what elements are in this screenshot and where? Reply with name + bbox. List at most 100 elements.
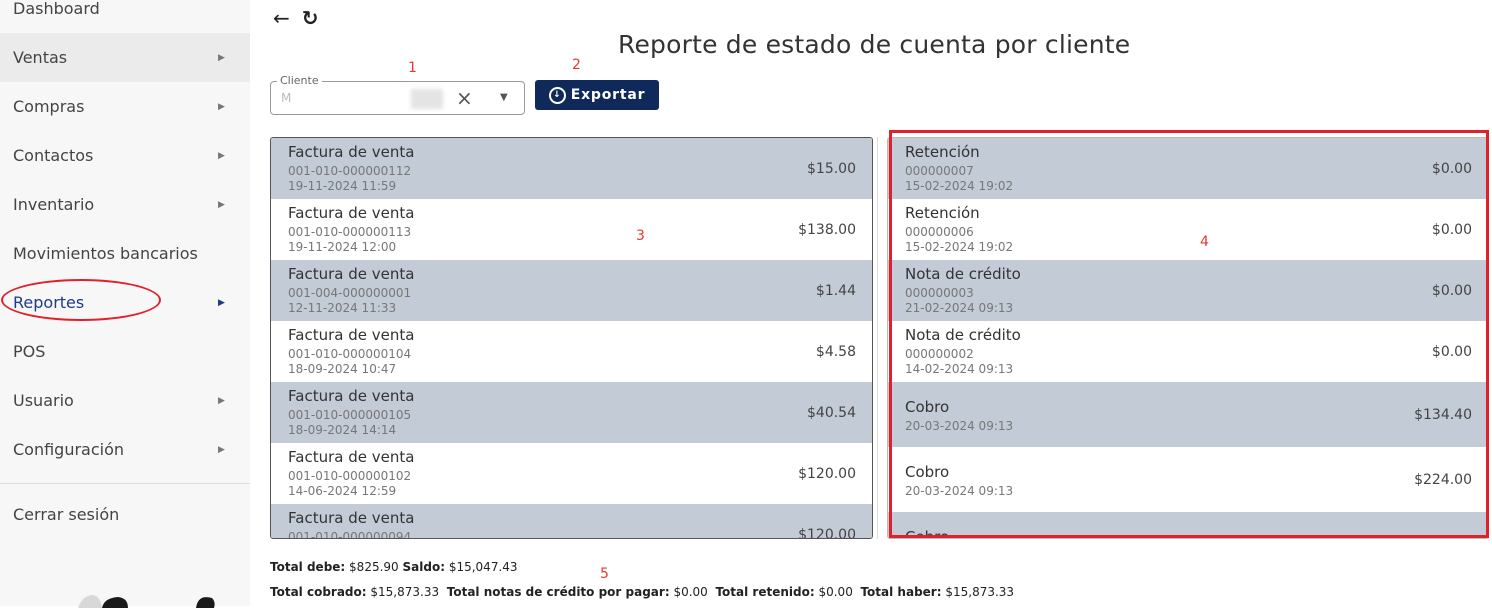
credits-list[interactable]: Retención 000000007 15-02-2024 19:02 $0.… — [887, 137, 1489, 539]
row-number: 001-004-000000001 — [288, 286, 412, 300]
sidebar-item-label: Dashboard — [13, 0, 100, 18]
row-type: Retención — [905, 143, 980, 161]
saldo-label: Saldo: — [402, 560, 446, 574]
list-item[interactable]: Cobro — [888, 512, 1488, 539]
row-type: Nota de crédito — [905, 326, 1021, 344]
row-amount: $15.00 — [807, 161, 856, 177]
list-item[interactable]: Retención 000000007 15-02-2024 19:02 $0.… — [888, 138, 1488, 199]
sidebar-item-label: Usuario — [13, 391, 74, 410]
list-item[interactable]: Factura de venta 001-010-000000094 $120.… — [271, 504, 872, 539]
sidebar-item-usuario[interactable]: Usuario ▶ — [0, 376, 250, 425]
sidebar-item-pos[interactable]: POS — [0, 327, 250, 376]
refresh-icon[interactable]: ↻ — [302, 6, 319, 30]
sidebar-item-label: Configuración — [13, 440, 125, 459]
row-type: Factura de venta — [288, 326, 415, 344]
row-type: Factura de venta — [288, 265, 415, 283]
list-item[interactable]: Factura de venta 001-010-000000112 19-11… — [271, 138, 872, 199]
row-date: 14-06-2024 12:59 — [288, 484, 397, 498]
list-item[interactable]: Factura de venta 001-010-000000105 18-09… — [271, 382, 872, 443]
row-type: Cobro — [905, 528, 950, 539]
download-icon: ↓ — [548, 86, 566, 104]
sidebar-item-label: Movimientos bancarios — [13, 244, 198, 263]
totals-line-2: Total cobrado: $15,873.33 Total notas de… — [270, 585, 1014, 599]
client-select-value: M — [281, 91, 292, 105]
list-item[interactable]: Factura de venta 001-004-000000001 12-11… — [271, 260, 872, 321]
total-notas-value: $0.00 — [673, 585, 708, 599]
sidebar-item-movimientos-bancarios[interactable]: Movimientos bancarios — [0, 229, 250, 278]
logout-button[interactable]: Cerrar sesión — [0, 490, 250, 539]
saldo-value: $15,047.43 — [448, 560, 518, 574]
total-haber-label: Total haber: — [860, 585, 942, 599]
row-date: 19-11-2024 12:00 — [288, 240, 397, 254]
sidebar-item-label: Compras — [13, 97, 85, 116]
row-amount: $4.58 — [815, 344, 856, 360]
list-item[interactable]: Cobro 20-03-2024 09:13 $224.00 — [888, 447, 1488, 512]
row-amount: $120.00 — [798, 466, 856, 482]
sidebar-item-label: Contactos — [13, 146, 94, 165]
sidebar-item-ventas[interactable]: Ventas ▶ — [0, 33, 250, 82]
annotation-oval — [1, 279, 161, 321]
row-number: 001-010-000000112 — [288, 164, 412, 178]
list-item[interactable]: Factura de venta 001-010-000000104 18-09… — [271, 321, 872, 382]
debits-list[interactable]: Factura de venta 001-010-000000112 19-11… — [270, 137, 873, 539]
row-type: Factura de venta — [288, 387, 415, 405]
client-select[interactable]: Cliente M × ▼ — [270, 74, 525, 115]
export-button[interactable]: ↓ Exportar — [535, 80, 659, 110]
totals-line-1: Total debe: $825.90 Saldo: $15,047.43 — [270, 560, 518, 574]
row-date: 15-02-2024 19:02 — [905, 240, 1014, 254]
row-number: 001-010-000000113 — [288, 225, 412, 239]
back-arrow-icon[interactable]: ← — [273, 6, 290, 30]
list-item[interactable]: Factura de venta 001-010-000000102 14-06… — [271, 443, 872, 504]
row-date: 14-02-2024 09:13 — [905, 362, 1014, 376]
row-type: Cobro — [905, 463, 950, 481]
chevron-down-icon[interactable]: ▼ — [500, 92, 508, 103]
sidebar-item-label: Inventario — [13, 195, 95, 214]
row-number: 000000006 — [905, 225, 974, 239]
row-number: 001-010-000000105 — [288, 408, 412, 422]
main-content: ← ↻ Reporte de estado de cuenta por clie… — [250, 0, 1492, 606]
row-amount: $40.54 — [807, 405, 856, 421]
sidebar-divider — [0, 483, 250, 484]
caret-right-icon: ▶ — [218, 444, 225, 455]
list-item[interactable]: Cobro 20-03-2024 09:13 $134.40 — [888, 382, 1488, 447]
client-select-label: Cliente — [277, 74, 322, 87]
row-date: 18-09-2024 14:14 — [288, 423, 397, 437]
total-notas-label: Total notas de crédito por pagar: — [446, 585, 670, 599]
row-amount: $224.00 — [1414, 472, 1472, 488]
sidebar-item-compras[interactable]: Compras ▶ — [0, 82, 250, 131]
sidebar: Dashboard Ventas ▶ Compras ▶ Contactos ▶ In… — [0, 0, 250, 608]
row-amount: $134.40 — [1414, 407, 1472, 423]
row-number: 001-010-000000102 — [288, 469, 412, 483]
row-number: 000000002 — [905, 347, 974, 361]
list-item[interactable]: Nota de crédito 000000003 21-02-2024 09:… — [888, 260, 1488, 321]
sidebar-item-inventario[interactable]: Inventario ▶ — [0, 180, 250, 229]
caret-right-icon: ▶ — [218, 101, 225, 112]
page-title: Reporte de estado de cuenta por cliente — [618, 30, 1131, 59]
sidebar-item-dashboard[interactable]: Dashboard — [0, 0, 250, 33]
sidebar-item-contactos[interactable]: Contactos ▶ — [0, 131, 250, 180]
row-amount: $1.44 — [815, 283, 856, 299]
row-type: Cobro — [905, 398, 950, 416]
row-date: 19-11-2024 11:59 — [288, 179, 397, 193]
row-number: 000000007 — [905, 164, 974, 178]
caret-right-icon: ▶ — [218, 150, 225, 161]
row-number: 000000003 — [905, 286, 974, 300]
row-type: Factura de venta — [288, 448, 415, 466]
row-date: 20-03-2024 09:13 — [905, 484, 1014, 498]
row-type: Factura de venta — [288, 509, 415, 527]
total-retenido-label: Total retenido: — [715, 585, 815, 599]
caret-right-icon: ▶ — [218, 199, 225, 210]
clear-icon[interactable]: × — [456, 86, 473, 110]
row-type: Factura de venta — [288, 204, 415, 222]
caret-right-icon: ▶ — [218, 52, 225, 63]
caret-right-icon: ▶ — [218, 297, 225, 308]
list-item[interactable]: Factura de venta 001-010-000000113 19-11… — [271, 199, 872, 260]
row-number: 001-010-000000094 — [288, 530, 412, 539]
row-amount: $0.00 — [1431, 222, 1472, 238]
total-haber-value: $15,873.33 — [945, 585, 1015, 599]
total-debe-value: $825.90 — [349, 560, 399, 574]
list-item[interactable]: Nota de crédito 000000002 14-02-2024 09:… — [888, 321, 1488, 382]
total-cobrado-label: Total cobrado: — [270, 585, 367, 599]
sidebar-item-configuracion[interactable]: Configuración ▶ — [0, 425, 250, 474]
list-item[interactable]: Retención 000000006 15-02-2024 19:02 $0.… — [888, 199, 1488, 260]
